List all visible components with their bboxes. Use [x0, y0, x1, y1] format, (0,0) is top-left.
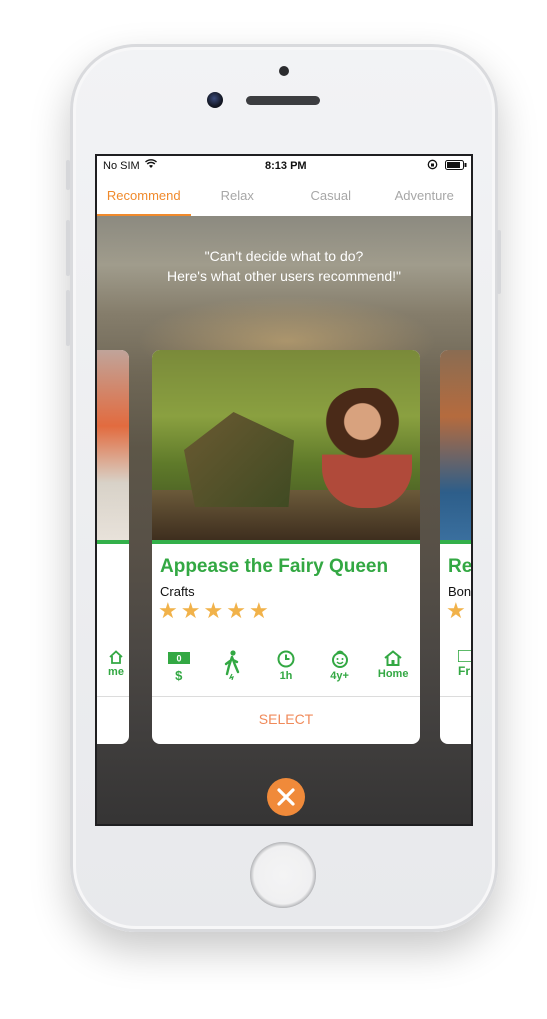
fairy-house-image: [184, 412, 294, 507]
duration-label: 1h: [279, 670, 293, 682]
location-label: Home: [377, 668, 409, 680]
child-face-icon: [331, 650, 348, 668]
home-icon: [109, 650, 123, 664]
activity-title: Appease the Fairy Queen: [160, 556, 389, 577]
app-screen: No SIM 8:13 PM Recommend Relax Casual Ad…: [95, 154, 473, 826]
carrier-label: No SIM: [103, 160, 140, 172]
category-tabs: Recommend Relax Casual Adventure: [97, 178, 471, 216]
cost-badge: 0: [176, 654, 181, 664]
activity-title: Re: [448, 556, 473, 577]
home-icon: [384, 650, 402, 666]
orientation-lock-icon: [427, 159, 438, 173]
star-icon: ★: [226, 598, 246, 623]
girl-image: [322, 388, 412, 508]
activity-card-previous[interactable]: me: [97, 350, 129, 744]
proximity-sensor: [279, 66, 289, 76]
activity-meta: 0 $ 1h 4y+ Home: [152, 650, 420, 683]
earpiece-speaker: [246, 96, 320, 105]
select-button[interactable]: SELECT: [152, 696, 420, 744]
clock-icon: [277, 650, 295, 668]
volume-down-button: [66, 290, 70, 346]
wifi-icon: [145, 159, 157, 172]
location-meta: me: [101, 650, 129, 678]
clock: 8:13 PM: [265, 160, 307, 172]
tagline-line-2: Here's what other users recommend!": [166, 268, 402, 284]
card-photo: [97, 350, 129, 544]
activity-card[interactable]: Appease the Fairy Queen Crafts ★ ★ ★ ★ ★…: [152, 350, 420, 744]
walking-icon: [225, 650, 240, 680]
battery-icon: [445, 160, 467, 173]
close-button[interactable]: [267, 778, 305, 816]
cost-label: $: [175, 668, 183, 683]
activity-category: Bon: [448, 584, 472, 599]
activity-category: Crafts: [160, 584, 195, 599]
power-button: [497, 230, 501, 294]
activity-card-next[interactable]: Re Bon ★ Fr: [440, 350, 473, 744]
effort-meta: [208, 650, 256, 683]
tab-relax[interactable]: Relax: [191, 178, 285, 216]
star-icon: ★: [158, 598, 178, 623]
close-icon: [277, 788, 295, 806]
age-meta: 4y+: [316, 650, 364, 683]
volume-up-button: [66, 220, 70, 276]
card-photo: [152, 350, 420, 544]
card-divider: [97, 696, 129, 697]
cost-meta: 0 $: [155, 650, 203, 683]
cost-meta: Fr: [450, 650, 471, 678]
card-divider: [440, 696, 471, 697]
tab-adventure[interactable]: Adventure: [378, 178, 472, 216]
star-icon: ★: [180, 598, 201, 623]
recommend-tagline: "Can't decide what to do? Here's what ot…: [97, 246, 471, 286]
duration-meta: 1h: [262, 650, 310, 683]
mute-switch: [66, 160, 70, 190]
money-icon: 0: [167, 652, 190, 664]
tagline-line-1: "Can't decide what to do?: [204, 248, 364, 264]
card-photo: [440, 350, 471, 544]
star-icon: ★: [248, 598, 269, 623]
rating-stars: ★: [446, 598, 469, 624]
location-label: me: [108, 666, 124, 678]
cost-label: Fr: [458, 664, 470, 678]
tab-recommend[interactable]: Recommend: [97, 178, 191, 216]
money-icon: [458, 650, 471, 662]
status-bar: No SIM 8:13 PM: [97, 156, 471, 178]
rating-stars: ★ ★ ★ ★ ★: [158, 598, 272, 624]
age-label: 4y+: [330, 670, 349, 682]
tab-casual[interactable]: Casual: [284, 178, 378, 216]
location-meta: Home: [369, 650, 417, 683]
star-icon: ★: [446, 598, 466, 623]
home-button[interactable]: [250, 842, 316, 908]
star-icon: ★: [203, 598, 224, 623]
front-camera-icon: [207, 92, 223, 108]
